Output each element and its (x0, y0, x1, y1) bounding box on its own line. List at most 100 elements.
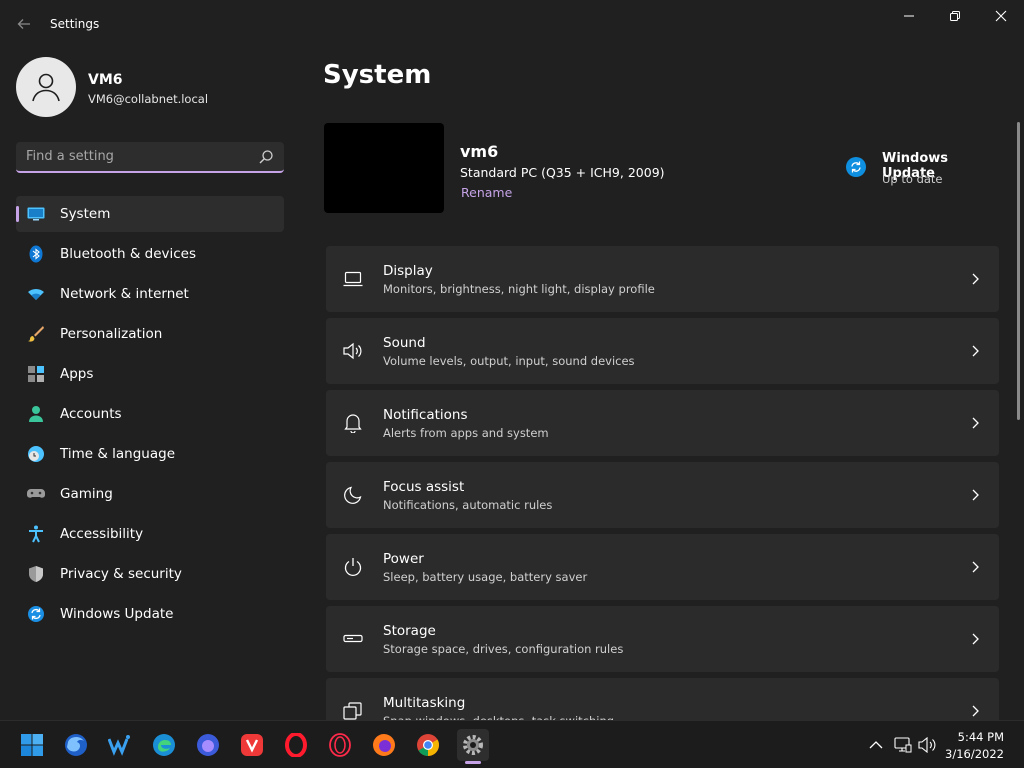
search-input[interactable] (16, 142, 246, 171)
card-focus-assist[interactable]: Focus assist Notifications, automatic ru… (326, 462, 999, 528)
search-icon[interactable] (258, 149, 274, 165)
sidebar-item-system[interactable]: System (16, 196, 284, 232)
taskbar-app-opera[interactable] (280, 729, 312, 761)
chrome-icon (417, 734, 439, 756)
sidebar-item-label: Windows Update (60, 606, 174, 622)
tray-overflow-button[interactable] (866, 735, 886, 755)
sidebar-item-bluetooth[interactable]: Bluetooth & devices (16, 236, 284, 272)
taskbar: 5:44 PM 3/16/2022 (0, 720, 1024, 768)
waterfox-icon (108, 735, 130, 756)
taskbar-app-settings[interactable] (457, 729, 489, 761)
title-bar: Settings (0, 0, 1024, 48)
update-icon (27, 605, 45, 623)
taskbar-app-edge[interactable] (148, 729, 180, 761)
page-title: System (323, 60, 432, 90)
shield-icon (27, 565, 45, 583)
sidebar-item-label: Gaming (60, 486, 113, 502)
gamepad-icon (27, 485, 45, 503)
sidebar-item-apps[interactable]: Apps (16, 356, 284, 392)
restore-button[interactable] (932, 0, 978, 32)
chevron-right-icon (972, 705, 979, 717)
monitor-icon (342, 268, 364, 290)
network-tray-button[interactable] (893, 735, 913, 755)
card-title: Sound (383, 335, 426, 351)
settings-card-list: Display Monitors, brightness, night ligh… (326, 246, 999, 722)
volume-tray-button[interactable] (918, 735, 938, 755)
wifi-icon (27, 285, 45, 303)
card-multitasking[interactable]: Multitasking Snap windows, desktops, tas… (326, 678, 999, 722)
start-icon (21, 734, 43, 756)
taskbar-app-firefox-nightly[interactable] (60, 729, 92, 761)
power-icon (342, 556, 364, 578)
moon-icon (342, 484, 364, 506)
sidebar-item-accounts[interactable]: Accounts (16, 396, 284, 432)
start-button[interactable] (16, 729, 48, 761)
taskbar-app-vivaldi[interactable] (236, 729, 268, 761)
accessibility-icon (27, 525, 45, 543)
chevron-right-icon (972, 633, 979, 645)
card-subtitle: Storage space, drives, configuration rul… (383, 642, 624, 656)
card-storage[interactable]: Storage Storage space, drives, configura… (326, 606, 999, 672)
sidebar-item-label: Personalization (60, 326, 163, 342)
card-title: Notifications (383, 407, 468, 423)
active-app-indicator (465, 761, 481, 764)
minimize-icon (904, 15, 914, 17)
card-title: Focus assist (383, 479, 465, 495)
card-subtitle: Sleep, battery usage, battery saver (383, 570, 588, 584)
chevron-right-icon (972, 273, 979, 285)
card-display[interactable]: Display Monitors, brightness, night ligh… (326, 246, 999, 312)
sidebar-item-label: Network & internet (60, 286, 189, 302)
chevron-right-icon (972, 561, 979, 573)
minimize-button[interactable] (886, 0, 932, 32)
volume-icon (918, 737, 936, 753)
back-arrow-icon (17, 19, 30, 29)
clock-date[interactable]: 3/16/2022 (945, 747, 1004, 761)
firefox-dev-icon (197, 734, 219, 756)
sidebar-item-label: Apps (60, 366, 94, 382)
sidebar-item-accessibility[interactable]: Accessibility (16, 516, 284, 552)
card-title: Power (383, 551, 424, 567)
taskbar-app-firefox[interactable] (368, 729, 400, 761)
user-profile[interactable]: VM6 VM6@collabnet.local (16, 57, 286, 117)
vivaldi-icon (241, 734, 263, 756)
card-sound[interactable]: Sound Volume levels, output, input, soun… (326, 318, 999, 384)
speaker-icon (342, 340, 364, 362)
card-title: Storage (383, 623, 436, 639)
content-scrollbar[interactable] (1017, 122, 1020, 420)
system-icon (27, 205, 45, 223)
close-button[interactable] (978, 0, 1024, 32)
windows-update-status[interactable]: Windows Update Up to date (844, 150, 1004, 190)
sidebar-item-privacy-security[interactable]: Privacy & security (16, 556, 284, 592)
card-subtitle: Volume levels, output, input, sound devi… (383, 354, 635, 368)
chevron-right-icon (972, 417, 979, 429)
clock-time[interactable]: 5:44 PM (958, 730, 1004, 744)
sidebar-item-label: Accessibility (60, 526, 144, 542)
taskbar-app-chrome[interactable] (412, 729, 444, 761)
sidebar-item-time-language[interactable]: Time & language (16, 436, 284, 472)
rename-link[interactable]: Rename (461, 185, 512, 200)
sidebar-item-personalization[interactable]: Personalization (16, 316, 284, 352)
card-power[interactable]: Power Sleep, battery usage, battery save… (326, 534, 999, 600)
app-title: Settings (50, 17, 100, 31)
device-model: Standard PC (Q35 + ICH9, 2009) (460, 165, 665, 180)
sidebar-item-label: System (60, 206, 111, 222)
back-button[interactable] (12, 12, 36, 36)
firefox-nightly-icon (65, 734, 87, 756)
device-thumbnail (324, 123, 444, 213)
taskbar-app-firefox-dev[interactable] (192, 729, 224, 761)
card-title: Display (383, 263, 433, 279)
sidebar-item-windows-update[interactable]: Windows Update (16, 596, 284, 632)
chevron-up-icon (869, 741, 883, 749)
taskbar-app-waterfox[interactable] (104, 729, 136, 761)
taskbar-app-opera-gx[interactable] (324, 729, 356, 761)
bluetooth-icon (27, 245, 45, 263)
sidebar-item-network[interactable]: Network & internet (16, 276, 284, 312)
card-notifications[interactable]: Notifications Alerts from apps and syste… (326, 390, 999, 456)
search-box[interactable] (16, 142, 284, 173)
sidebar-item-label: Accounts (60, 406, 122, 422)
sidebar-item-label: Time & language (60, 446, 176, 462)
device-name: vm6 (460, 142, 499, 161)
account-icon (27, 405, 45, 423)
bell-icon (342, 412, 364, 434)
sidebar-item-gaming[interactable]: Gaming (16, 476, 284, 512)
